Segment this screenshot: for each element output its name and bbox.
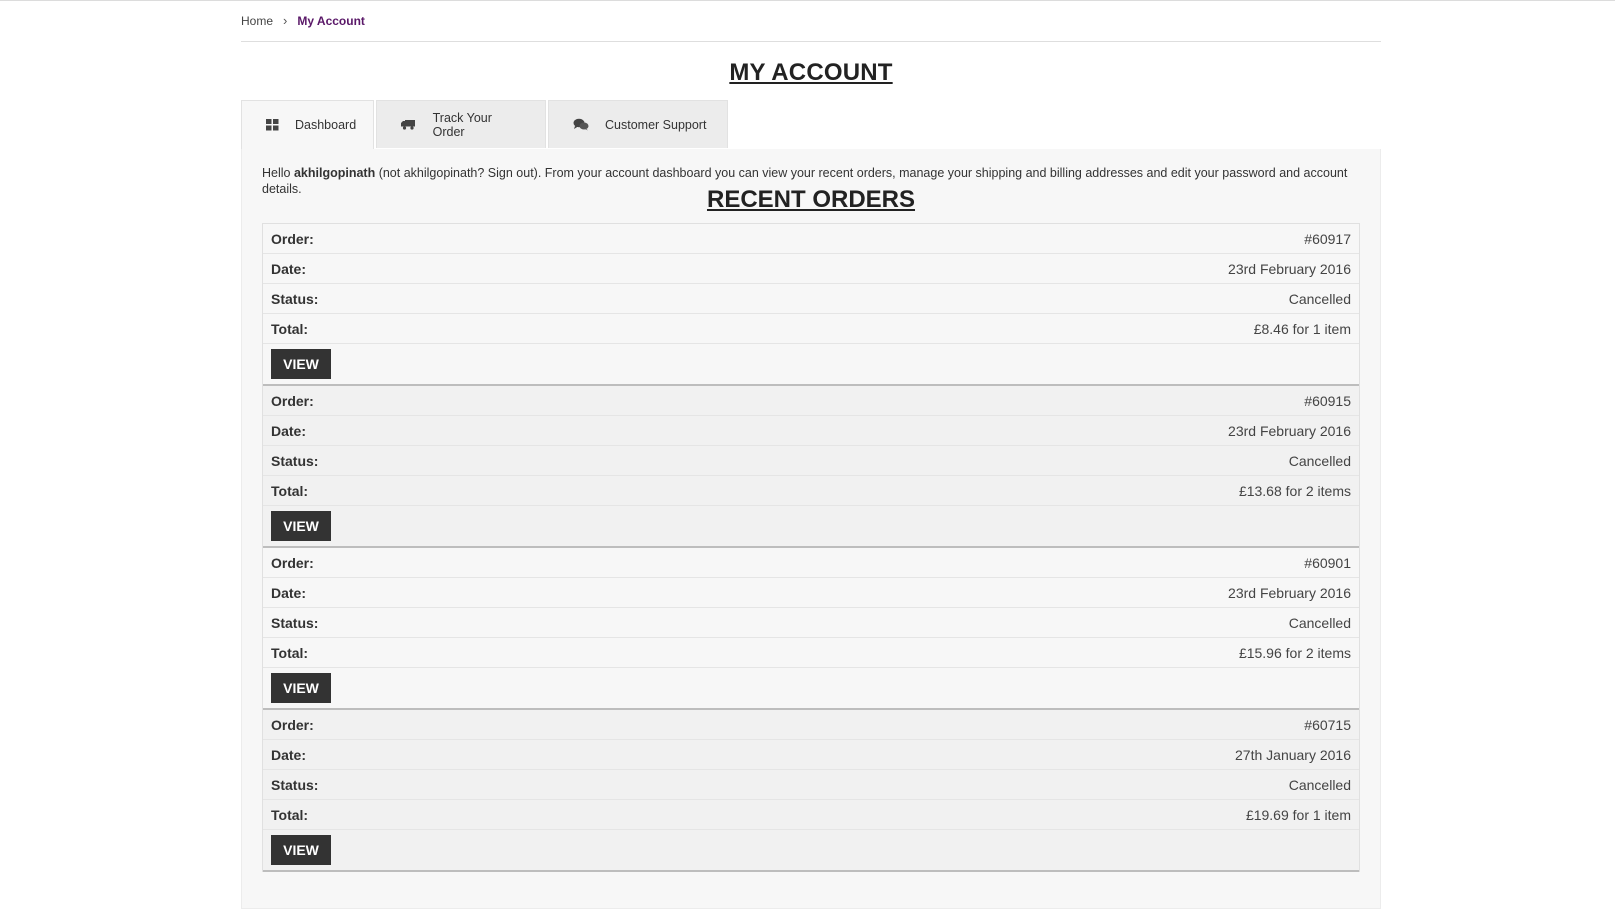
order-status: Cancelled xyxy=(1288,776,1351,793)
order-number-row: Order: #60917 xyxy=(263,224,1359,254)
order-status-row: Status: Cancelled xyxy=(263,446,1359,476)
order-total: £15.96 for 2 items xyxy=(1238,644,1351,661)
breadcrumb-current: My Account xyxy=(297,13,365,28)
order-number: #60901 xyxy=(1304,554,1351,571)
order-status: Cancelled xyxy=(1288,452,1351,469)
order-status-row: Status: Cancelled xyxy=(263,284,1359,314)
order-label: Order: xyxy=(271,554,314,571)
total-label: Total: xyxy=(271,320,309,337)
truck-icon xyxy=(401,118,417,132)
view-order-button[interactable]: VIEW xyxy=(271,835,331,865)
order-total: £19.69 for 1 item xyxy=(1245,806,1351,823)
order-total-row: Total: £8.46 for 1 item xyxy=(263,314,1359,344)
tab-label: Track Your Order xyxy=(432,110,492,139)
order-card: Order: #60917 Date: 23rd February 2016 S… xyxy=(263,224,1359,386)
order-total: £13.68 for 2 items xyxy=(1238,482,1351,499)
view-order-button[interactable]: VIEW xyxy=(271,673,331,703)
order-number-row: Order: #60901 xyxy=(263,548,1359,578)
status-label: Status: xyxy=(271,776,319,793)
order-actions: VIEW xyxy=(263,506,1359,546)
status-label: Status: xyxy=(271,614,319,631)
order-date: 23rd February 2016 xyxy=(1228,422,1351,439)
order-card: Order: #60915 Date: 23rd February 2016 S… xyxy=(263,386,1359,548)
order-date-row: Date: 23rd February 2016 xyxy=(263,254,1359,284)
order-date-row: Date: 23rd February 2016 xyxy=(263,416,1359,446)
date-label: Date: xyxy=(271,746,307,763)
tab-label: Customer Support xyxy=(605,117,707,132)
account-tabs: Dashboard Track Your Order Customer Supp… xyxy=(241,100,1381,149)
dashboard-panel: Hello akhilgopinath (not akhilgopinath? … xyxy=(241,149,1381,909)
order-actions: VIEW xyxy=(263,830,1359,870)
total-label: Total: xyxy=(271,806,309,823)
order-number-row: Order: #60915 xyxy=(263,386,1359,416)
order-total-row: Total: £15.96 for 2 items xyxy=(263,638,1359,668)
dashboard-grid-icon xyxy=(266,118,279,132)
recent-orders-title: RECENT ORDERS xyxy=(706,186,916,213)
order-status: Cancelled xyxy=(1288,290,1351,307)
order-card: Order: #60715 Date: 27th January 2016 St… xyxy=(263,710,1359,872)
total-label: Total: xyxy=(271,644,309,661)
order-label: Order: xyxy=(271,716,314,733)
order-label: Order: xyxy=(271,392,314,409)
intro-username: akhilgopinath xyxy=(293,166,376,180)
status-label: Status: xyxy=(271,290,319,307)
tab-label: Dashboard xyxy=(295,118,357,132)
order-date: 27th January 2016 xyxy=(1235,746,1351,763)
tab-customer-support[interactable]: Customer Support xyxy=(548,100,728,148)
date-label: Date: xyxy=(271,260,307,277)
order-label: Order: xyxy=(271,230,314,247)
date-label: Date: xyxy=(271,422,307,439)
order-total-row: Total: £19.69 for 1 item xyxy=(263,800,1359,830)
order-status-row: Status: Cancelled xyxy=(263,770,1359,800)
status-label: Status: xyxy=(271,452,319,469)
intro-text: Hello akhilgopinath (not akhilgopinath? … xyxy=(262,165,1360,196)
account-container: Home › My Account MY ACCOUNT Dashboard T… xyxy=(241,0,1381,909)
order-date: 23rd February 2016 xyxy=(1228,260,1351,277)
order-number: #60715 xyxy=(1304,716,1351,733)
order-date-row: Date: 23rd February 2016 xyxy=(263,578,1359,608)
breadcrumb-home-link[interactable]: Home xyxy=(241,14,273,28)
breadcrumb-separator-icon: › xyxy=(283,13,288,28)
order-card: Order: #60901 Date: 23rd February 2016 S… xyxy=(263,548,1359,710)
order-actions: VIEW xyxy=(263,668,1359,708)
orders-list: Order: #60917 Date: 23rd February 2016 S… xyxy=(262,223,1360,872)
order-total: £8.46 for 1 item xyxy=(1253,320,1351,337)
order-total-row: Total: £13.68 for 2 items xyxy=(263,476,1359,506)
order-actions: VIEW xyxy=(263,344,1359,384)
order-status: Cancelled xyxy=(1288,614,1351,631)
tab-track-your-order[interactable]: Track Your Order xyxy=(376,100,546,148)
view-order-button[interactable]: VIEW xyxy=(271,511,331,541)
view-order-button[interactable]: VIEW xyxy=(271,349,331,379)
page-title: MY ACCOUNT xyxy=(729,59,893,86)
order-number: #60915 xyxy=(1304,392,1351,409)
order-date: 23rd February 2016 xyxy=(1228,584,1351,601)
chat-bubbles-icon xyxy=(573,118,589,132)
order-number: #60917 xyxy=(1304,230,1351,247)
order-number-row: Order: #60715 xyxy=(263,710,1359,740)
tab-dashboard[interactable]: Dashboard xyxy=(241,100,374,149)
breadcrumb: Home › My Account xyxy=(241,0,1381,42)
intro-hello: Hello xyxy=(262,166,294,180)
date-label: Date: xyxy=(271,584,307,601)
order-date-row: Date: 27th January 2016 xyxy=(263,740,1359,770)
order-status-row: Status: Cancelled xyxy=(263,608,1359,638)
total-label: Total: xyxy=(271,482,309,499)
